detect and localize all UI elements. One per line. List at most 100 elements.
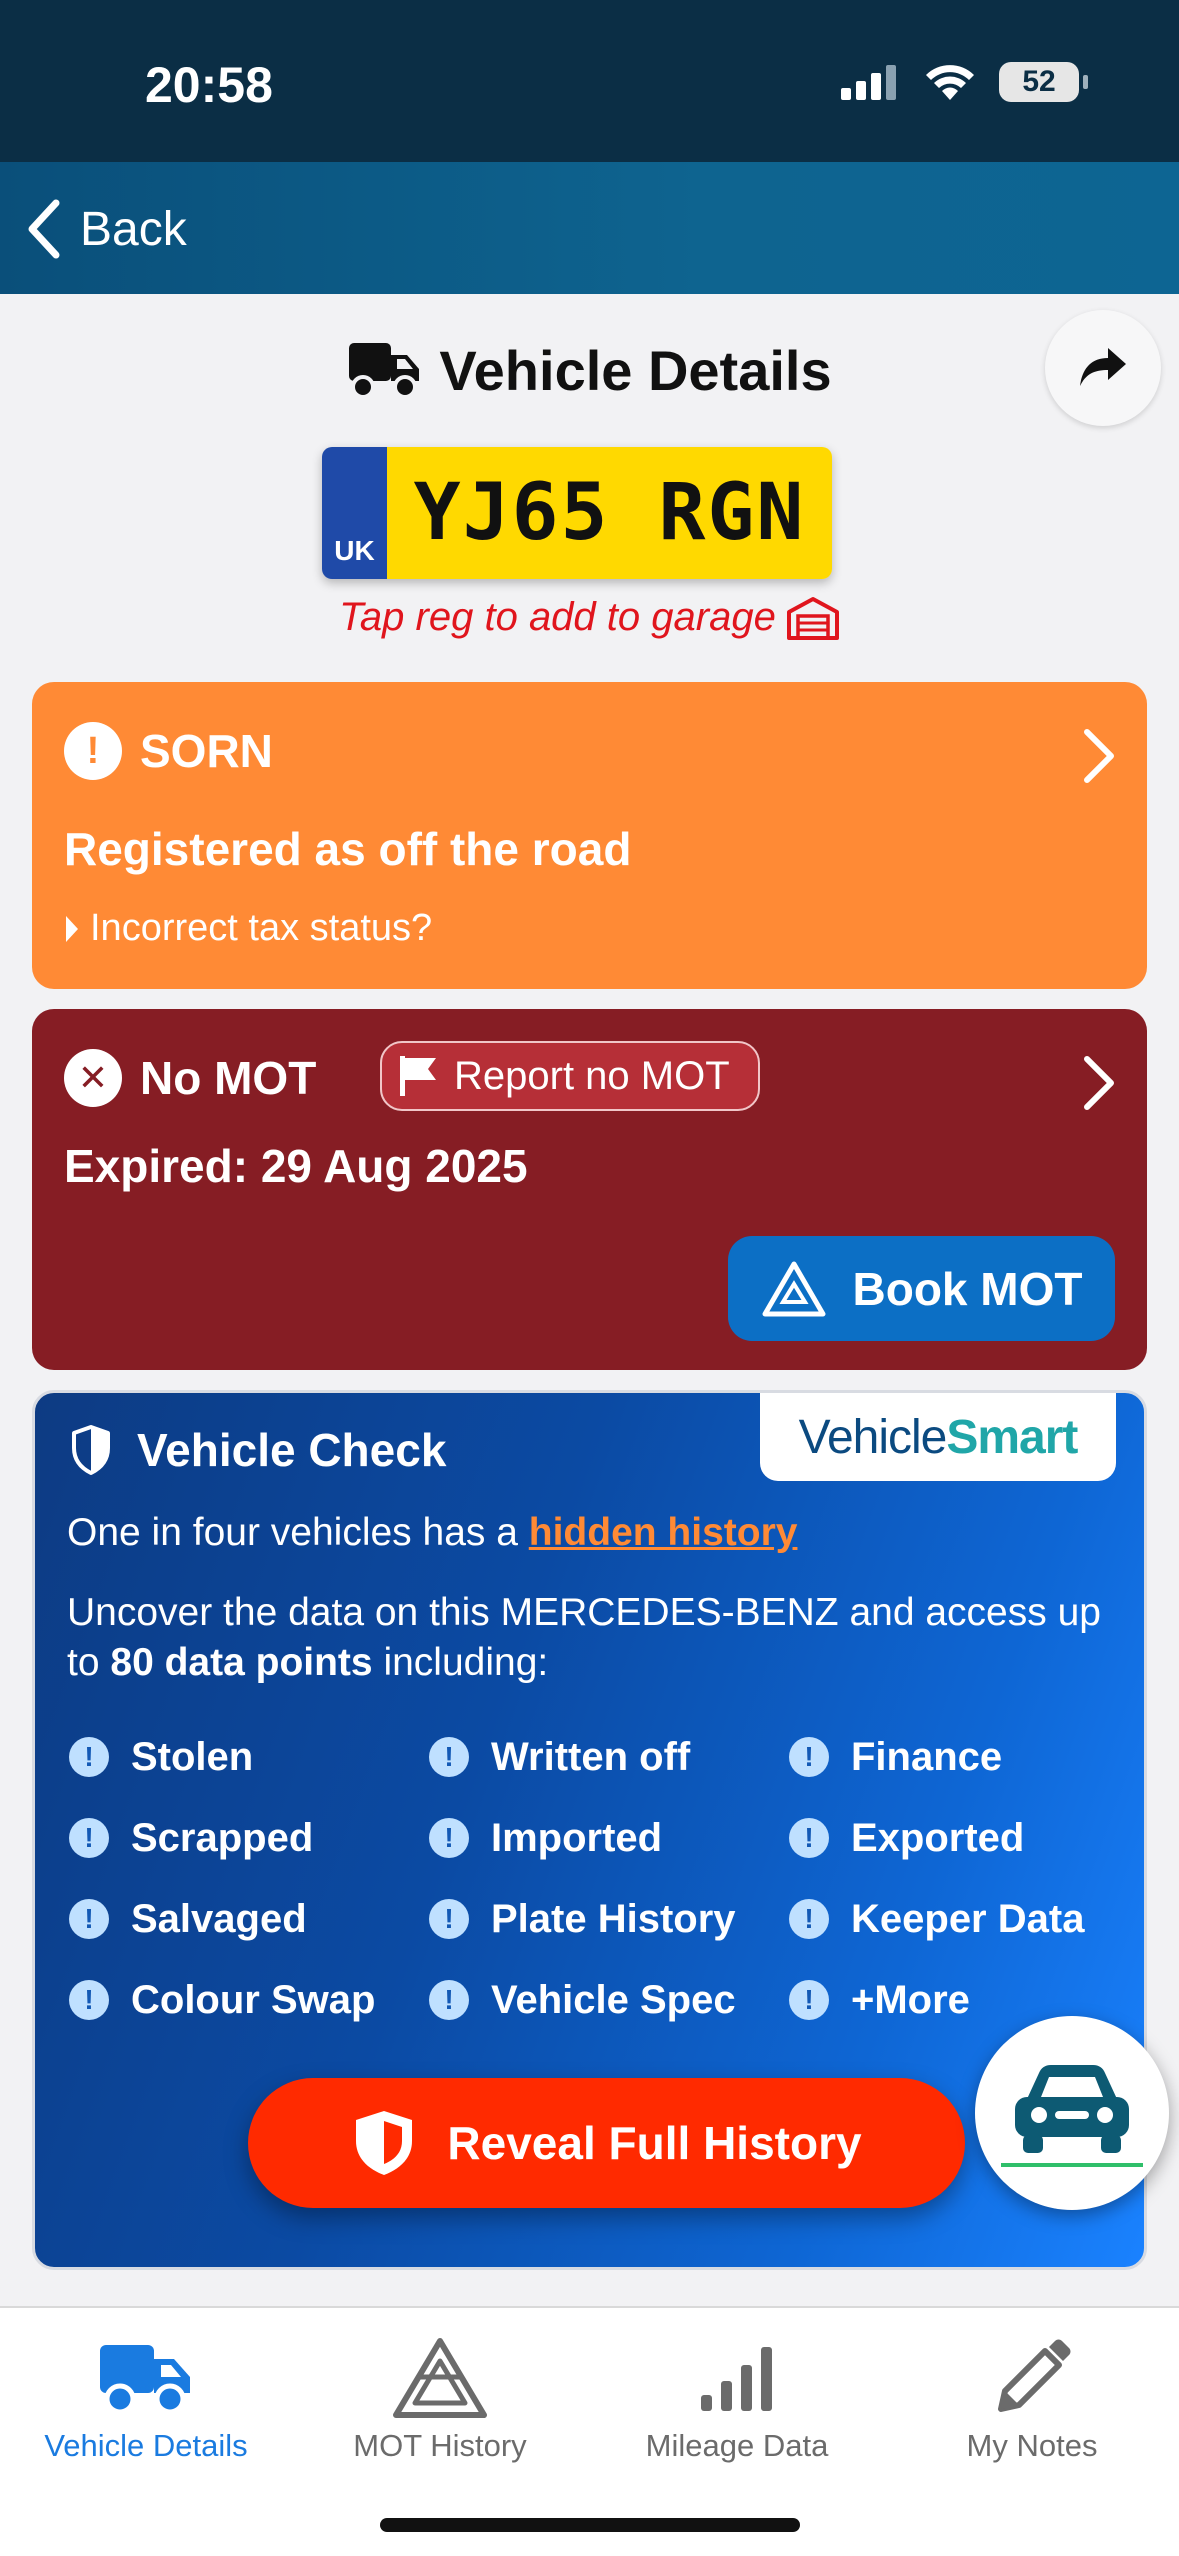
- check-item-label: Colour Swap: [131, 1977, 376, 2022]
- check-item-label: Vehicle Spec: [491, 1977, 736, 2022]
- logo-vehicle-text: Vehicle: [798, 1410, 948, 1464]
- hidden-history-prefix: One in four vehicles has a: [67, 1511, 529, 1554]
- check-item: ! Stolen: [69, 1733, 429, 1781]
- mot-expired-date: Expired: 29 Aug 2025: [64, 1140, 528, 1192]
- info-dot-icon: !: [789, 1899, 829, 1939]
- check-item-label: Plate History: [491, 1896, 736, 1941]
- hidden-history-text: One in four vehicles has a hidden histor…: [67, 1511, 797, 1555]
- reveal-full-history-label: Reveal Full History: [447, 2117, 862, 2169]
- check-item: ! Plate History: [429, 1895, 789, 1943]
- check-item: ! Finance: [789, 1733, 1129, 1781]
- info-dot-icon: !: [429, 1899, 469, 1939]
- chevron-right-icon: [1084, 729, 1114, 783]
- navigation-bar: Back: [0, 162, 1179, 294]
- plate-registration: YJ65 RGN: [387, 447, 832, 579]
- check-item-label: +More: [851, 1977, 970, 2022]
- tab-vehicle-details[interactable]: Vehicle Details: [26, 2328, 266, 2464]
- check-item-label: Keeper Data: [851, 1896, 1085, 1941]
- garage-hint-text: Tap reg to add to garage: [339, 595, 776, 639]
- info-dot-icon: !: [429, 1818, 469, 1858]
- mot-header: ✕ No MOT: [64, 1049, 316, 1107]
- info-dot-icon: !: [789, 1980, 829, 2020]
- vehiclesmart-logo: Vehicle Smart: [760, 1393, 1116, 1481]
- info-dot-icon: !: [69, 1737, 109, 1777]
- info-dot-icon: !: [789, 1818, 829, 1858]
- report-no-mot-button[interactable]: Report no MOT: [380, 1041, 760, 1111]
- check-item-label: Finance: [851, 1734, 1003, 1779]
- check-item: ! Salvaged: [69, 1895, 429, 1943]
- check-item: ! Keeper Data: [789, 1895, 1129, 1943]
- plate-country: UK: [322, 447, 387, 579]
- check-items-grid: ! Stolen ! Written off ! Finance ! Scrapped …: [69, 1733, 1129, 2024]
- vehicle-check-title: Vehicle Check: [137, 1424, 447, 1476]
- tab-label: MOT History: [353, 2428, 527, 2463]
- check-item-label: Exported: [851, 1815, 1025, 1860]
- check-item-label: Written off: [491, 1734, 691, 1779]
- mot-triangle-icon: [393, 2338, 487, 2418]
- book-mot-label: Book MOT: [852, 1262, 1083, 1315]
- check-item: ! Vehicle Spec: [429, 1976, 789, 2024]
- cellular-signal-icon: [841, 65, 896, 100]
- hidden-history-link[interactable]: hidden history: [529, 1511, 798, 1554]
- info-dot-icon: !: [69, 1818, 109, 1858]
- data-points-count: 80 data points: [110, 1641, 373, 1684]
- home-indicator: [380, 2518, 800, 2532]
- tab-bar: Vehicle Details MOT History Mileage Data: [0, 2306, 1179, 2556]
- incorrect-tax-link[interactable]: Incorrect tax status?: [64, 907, 432, 950]
- check-item-label: Imported: [491, 1815, 663, 1860]
- back-label: Back: [80, 202, 187, 256]
- chevron-right-icon: [1084, 1056, 1114, 1110]
- tab-label: My Notes: [966, 2428, 1098, 2463]
- report-no-mot-label: Report no MOT: [454, 1053, 730, 1098]
- tab-label: Mileage Data: [645, 2428, 829, 2463]
- battery-indicator: 52: [999, 62, 1088, 102]
- mot-title: No MOT: [140, 1052, 317, 1104]
- flag-icon: [400, 1056, 436, 1096]
- pencil-icon: [998, 2339, 1071, 2412]
- status-icons: 52: [841, 62, 1088, 102]
- data-points-suffix: including:: [372, 1641, 549, 1684]
- add-to-garage-hint[interactable]: Tap reg to add to garage: [0, 595, 1179, 640]
- shield-icon: [356, 2111, 413, 2175]
- check-item: ! Colour Swap: [69, 1976, 429, 2024]
- chevron-left-icon: [28, 199, 60, 259]
- back-button[interactable]: Back: [26, 194, 187, 264]
- reveal-full-history-button[interactable]: Reveal Full History: [248, 2078, 965, 2208]
- check-item: ! Scrapped: [69, 1814, 429, 1862]
- truck-icon: [100, 2345, 190, 2415]
- tab-mileage-data[interactable]: Mileage Data: [617, 2328, 857, 2464]
- tab-mot-history[interactable]: MOT History: [320, 2328, 560, 2464]
- check-item-label: Scrapped: [131, 1815, 314, 1860]
- registration-plate[interactable]: UK YJ65 RGN: [322, 447, 832, 579]
- sorn-subtitle: Registered as off the road: [64, 823, 632, 875]
- garage-icon: [786, 596, 839, 640]
- wifi-icon: [926, 65, 974, 100]
- truck-icon: [349, 343, 420, 399]
- shield-icon: [72, 1425, 110, 1475]
- share-button[interactable]: [1045, 310, 1161, 426]
- info-dot-icon: !: [429, 1737, 469, 1777]
- exclamation-icon: !: [64, 722, 122, 780]
- sorn-header: ! SORN: [64, 722, 273, 780]
- page-title: Vehicle Details: [439, 338, 832, 402]
- info-dot-icon: !: [69, 1899, 109, 1939]
- bar-chart-icon: [701, 2347, 772, 2411]
- mot-card[interactable]: ✕ No MOT Report no MOT Expired: 29 Aug 2…: [32, 1009, 1147, 1370]
- info-dot-icon: !: [789, 1737, 829, 1777]
- tab-my-notes[interactable]: My Notes: [912, 2328, 1152, 2464]
- book-mot-button[interactable]: Book MOT: [728, 1236, 1115, 1341]
- tab-label: Vehicle Details: [44, 2428, 248, 2463]
- sorn-card[interactable]: ! SORN Registered as off the road Incorr…: [32, 682, 1147, 989]
- sorn-title: SORN: [140, 725, 273, 777]
- share-arrow-icon: [1080, 348, 1126, 386]
- mot-triangle-icon: [762, 1261, 825, 1316]
- logo-smart-text: Smart: [946, 1410, 1078, 1464]
- status-time: 20:58: [145, 57, 273, 113]
- check-item: ! Written off: [429, 1733, 789, 1781]
- check-item: ! Imported: [429, 1814, 789, 1862]
- page-header: Vehicle Details: [0, 320, 1179, 420]
- garage-fab-button[interactable]: [975, 2016, 1169, 2210]
- close-circle-icon: ✕: [64, 1049, 122, 1107]
- info-dot-icon: !: [429, 1980, 469, 2020]
- car-icon: [1001, 2065, 1143, 2167]
